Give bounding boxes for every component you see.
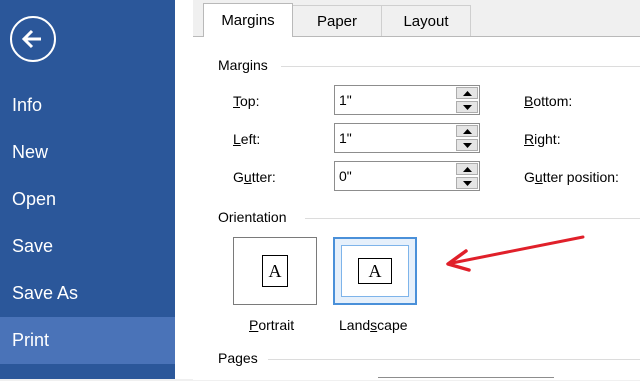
- section-divider: [268, 359, 640, 360]
- nav-item-label: Info: [12, 95, 43, 115]
- nav-item-label: Open: [12, 189, 57, 209]
- gutter-field[interactable]: [334, 161, 480, 191]
- left-margin-decrement[interactable]: [456, 139, 478, 151]
- portrait-preview: A: [240, 244, 310, 298]
- caret-down-icon: [462, 142, 472, 148]
- gutter-position-label: Gutter position:: [524, 169, 619, 185]
- pages-dropdown-edge[interactable]: [378, 377, 554, 381]
- left-margin-input[interactable]: [335, 124, 457, 152]
- backstage-sidebar: Info New Open Save Save As Print: [0, 0, 175, 379]
- gutter-increment[interactable]: [456, 163, 478, 175]
- top-margin-decrement[interactable]: [456, 101, 478, 113]
- top-label: Top:: [233, 93, 260, 109]
- nav-item-label: Save: [12, 236, 54, 256]
- caret-up-icon: [462, 90, 472, 96]
- caret-up-icon: [462, 128, 472, 134]
- caret-down-icon: [462, 180, 472, 186]
- nav-item-label: New: [12, 142, 49, 162]
- left-label: Left:: [233, 131, 261, 147]
- landscape-label: Landscape: [339, 317, 408, 333]
- top-margin-increment[interactable]: [456, 87, 478, 99]
- bottom-label: Bottom:: [524, 93, 573, 109]
- caret-down-icon: [462, 104, 472, 110]
- page-glyph-letter: A: [368, 260, 382, 281]
- tab-paper[interactable]: Paper: [292, 5, 382, 36]
- tab-label: Layout: [403, 12, 449, 30]
- nav-item-label: Save As: [12, 283, 79, 303]
- section-divider: [281, 66, 640, 67]
- tab-label: Margins: [221, 12, 275, 29]
- portrait-label: Portrait: [249, 317, 295, 333]
- section-divider: [305, 218, 640, 219]
- landscape-preview: A: [341, 245, 409, 297]
- left-margin-increment[interactable]: [456, 125, 478, 137]
- margins-section-label: Margins: [218, 57, 268, 73]
- portrait-page-icon: A: [262, 255, 288, 287]
- caret-up-icon: [462, 166, 472, 172]
- right-label: Right:: [524, 131, 561, 147]
- top-margin-field[interactable]: [334, 85, 480, 115]
- top-margin-input[interactable]: [335, 86, 457, 114]
- landscape-page-icon: A: [358, 258, 392, 284]
- tab-margins[interactable]: Margins: [203, 3, 293, 37]
- tab-layout[interactable]: Layout: [381, 5, 471, 36]
- margins-panel: Margins Top: Bottom: Left: Right: Gutter…: [193, 36, 640, 380]
- back-arrow-icon: [21, 29, 41, 49]
- gutter-decrement[interactable]: [456, 177, 478, 189]
- nav-item-open[interactable]: Open: [0, 176, 175, 223]
- nav-item-info[interactable]: Info: [0, 82, 175, 129]
- back-button[interactable]: [10, 16, 56, 62]
- pages-section-label: Pages: [218, 350, 258, 366]
- gutter-label: Gutter:: [233, 169, 276, 185]
- tab-label: Paper: [316, 12, 358, 30]
- orientation-section-label: Orientation: [218, 209, 287, 225]
- nav-item-label: Print: [12, 330, 50, 350]
- gutter-input[interactable]: [335, 162, 457, 190]
- annotation-arrow-icon: [446, 235, 585, 272]
- nav-item-print[interactable]: Print: [0, 317, 175, 364]
- page-glyph-letter: A: [268, 260, 282, 281]
- page-setup-dialog: Margins Paper Layout Margins Top: Bottom…: [193, 0, 640, 380]
- landscape-option[interactable]: A: [333, 237, 417, 305]
- left-margin-field[interactable]: [334, 123, 480, 153]
- sidebar-gap: [175, 0, 193, 379]
- nav-item-new[interactable]: New: [0, 129, 175, 176]
- nav-item-save-as[interactable]: Save As: [0, 270, 175, 317]
- nav-item-save[interactable]: Save: [0, 223, 175, 270]
- portrait-option[interactable]: A: [233, 237, 317, 305]
